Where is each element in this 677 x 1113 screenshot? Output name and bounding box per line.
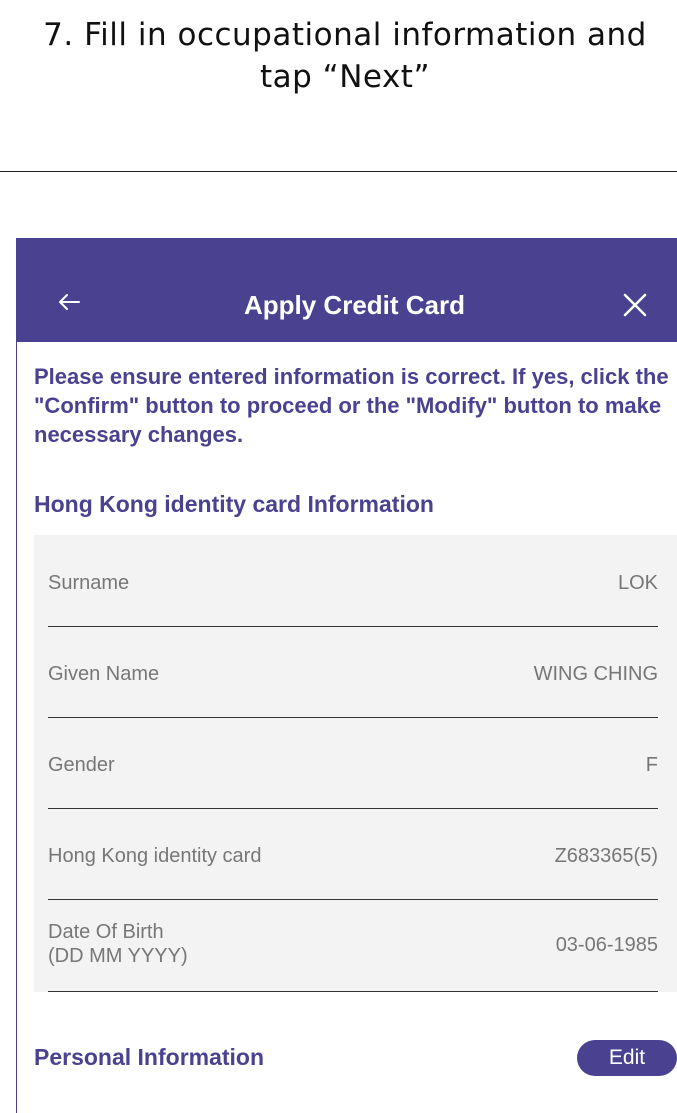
gender-label: Gender — [48, 754, 115, 776]
gender-value: F — [645, 754, 658, 776]
surname-value: LOK — [617, 572, 658, 594]
page-title: Apply Credit Card — [243, 290, 466, 320]
navigation-bar: Apply Credit Card — [17, 238, 677, 342]
divider — [0, 171, 677, 172]
personal-section-title: Personal Information — [34, 1044, 265, 1070]
dob-label-line-1: Date Of Birth — [48, 921, 164, 943]
hkid-number-row: Hong Kong identity card Z683365(5) — [48, 808, 658, 900]
confirmation-notice: Please ensure entered information is cor… — [34, 364, 669, 447]
hkid-info-card: Surname LOK Given Name WING CHING Gender… — [34, 535, 677, 992]
hkid-number-label: Hong Kong identity card — [48, 845, 262, 867]
given-name-label: Given Name — [48, 663, 160, 685]
dob-value: 03-06-1985 — [555, 934, 658, 956]
given-name-row: Given Name WING CHING — [48, 626, 658, 718]
dob-row: Date Of Birth (DD MM YYYY) 03-06-1985 — [48, 899, 658, 992]
surname-label: Surname — [48, 572, 130, 594]
instruction-line-1: 7. Fill in occupational information and — [43, 17, 647, 53]
close-icon[interactable] — [622, 292, 648, 318]
hkid-section-title: Hong Kong identity card Information — [34, 491, 434, 517]
app-screen: Apply Credit Card Please ensure entered … — [16, 238, 677, 1113]
hkid-number-value: Z683365(5) — [554, 845, 658, 867]
dob-label: Date Of Birth (DD MM YYYY) — [48, 920, 188, 968]
gender-row: Gender F — [48, 717, 658, 809]
instruction-line-2: tap “Next” — [259, 59, 431, 95]
given-name-value: WING CHING — [533, 663, 658, 685]
dob-label-line-2: (DD MM YYYY) — [48, 945, 188, 967]
edit-button[interactable]: Edit — [577, 1040, 677, 1076]
surname-row: Surname LOK — [48, 535, 658, 627]
instruction-text: 7. Fill in occupational information and … — [0, 14, 677, 104]
